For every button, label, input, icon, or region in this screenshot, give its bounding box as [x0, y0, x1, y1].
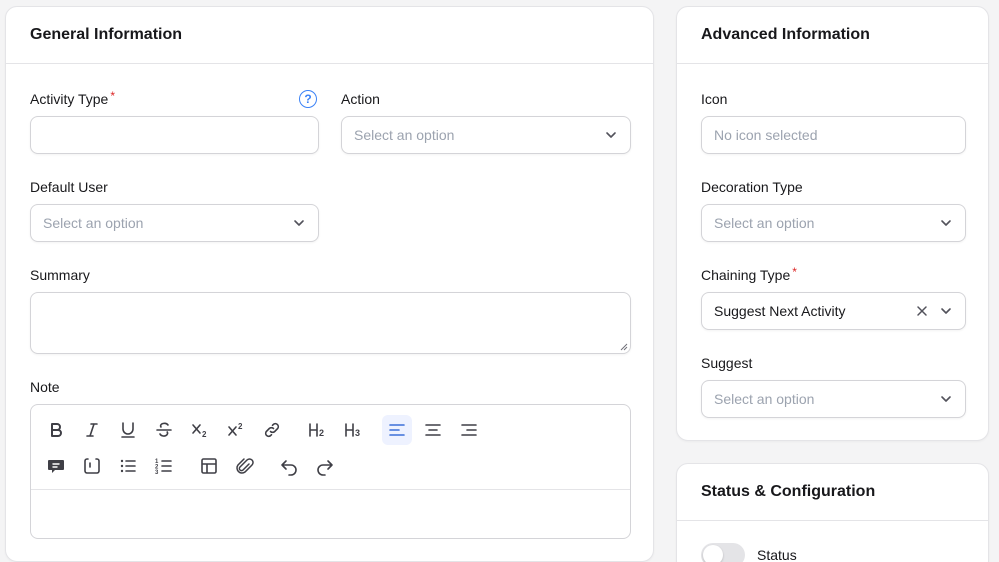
table-icon[interactable] [194, 451, 224, 481]
blockquote-icon[interactable] [41, 451, 71, 481]
summary-textarea[interactable] [30, 292, 631, 354]
action-label: Action [341, 91, 380, 107]
resize-handle-icon[interactable] [618, 341, 628, 351]
status-configuration-title: Status & Configuration [701, 483, 876, 500]
chevron-down-icon [604, 128, 618, 142]
icon-picker[interactable]: No icon selected [701, 116, 966, 154]
note-rich-text-editor[interactable]: 2 2 2 3 1 2 3 [30, 404, 631, 539]
advanced-information-title: Advanced Information [701, 26, 870, 43]
attach-file-icon[interactable] [230, 451, 260, 481]
chevron-down-icon [939, 304, 953, 318]
advanced-information-header: Advanced Information [677, 7, 988, 64]
question-circle-icon[interactable]: ? [299, 90, 317, 108]
status-label: Status [757, 547, 797, 562]
suggest-label: Suggest [701, 355, 753, 371]
status-configuration-header: Status & Configuration [677, 464, 988, 521]
advanced-information-card: Advanced Information Icon No icon select… [676, 6, 989, 441]
align-center-icon[interactable] [418, 415, 448, 445]
svg-text:2: 2 [202, 430, 207, 439]
clear-icon[interactable] [915, 304, 929, 318]
editor-toolbar: 2 2 2 3 1 2 3 [31, 405, 630, 490]
align-right-icon[interactable] [454, 415, 484, 445]
status-configuration-card: Status & Configuration Status [676, 463, 989, 562]
general-information-title: General Information [30, 26, 183, 43]
svg-text:3: 3 [355, 428, 360, 438]
required-asterisk: * [110, 89, 115, 103]
default-user-select[interactable]: Select an option [30, 204, 319, 242]
svg-text:3: 3 [155, 470, 159, 476]
chaining-type-label: Chaining Type * [701, 265, 797, 283]
svg-text:2: 2 [238, 422, 243, 431]
activity-type-input[interactable] [30, 116, 319, 154]
link-icon[interactable] [257, 415, 287, 445]
bold-icon[interactable] [41, 415, 71, 445]
decoration-type-label: Decoration Type [701, 179, 803, 195]
italic-icon[interactable] [77, 415, 107, 445]
suggest-select[interactable]: Select an option [701, 380, 966, 418]
code-block-icon[interactable] [77, 451, 107, 481]
summary-label: Summary [30, 267, 90, 283]
heading-3-icon[interactable]: 3 [338, 415, 368, 445]
note-content-area[interactable] [31, 490, 630, 538]
strikethrough-icon[interactable] [149, 415, 179, 445]
icon-label: Icon [701, 91, 728, 107]
general-information-card: General Information Activity Type * ? Ac… [5, 6, 654, 562]
decoration-type-select[interactable]: Select an option [701, 204, 966, 242]
redo-icon[interactable] [310, 451, 340, 481]
action-select[interactable]: Select an option [341, 116, 631, 154]
bullet-list-icon[interactable] [113, 451, 143, 481]
chevron-down-icon [939, 392, 953, 406]
note-label: Note [30, 379, 60, 395]
toggle-knob [703, 545, 723, 562]
general-information-header: General Information [6, 7, 653, 64]
superscript-icon[interactable]: 2 [221, 415, 251, 445]
subscript-icon[interactable]: 2 [185, 415, 215, 445]
chevron-down-icon [939, 216, 953, 230]
ordered-list-icon[interactable]: 123 [149, 451, 179, 481]
status-toggle[interactable] [701, 543, 745, 562]
required-asterisk: * [792, 265, 797, 279]
underline-icon[interactable] [113, 415, 143, 445]
chevron-down-icon [292, 216, 306, 230]
svg-text:2: 2 [319, 428, 324, 438]
activity-type-label: Activity Type * [30, 89, 115, 107]
chaining-type-select[interactable]: Suggest Next Activity [701, 292, 966, 330]
undo-icon[interactable] [274, 451, 304, 481]
heading-2-icon[interactable]: 2 [302, 415, 332, 445]
default-user-label: Default User [30, 179, 108, 195]
align-left-icon[interactable] [382, 415, 412, 445]
